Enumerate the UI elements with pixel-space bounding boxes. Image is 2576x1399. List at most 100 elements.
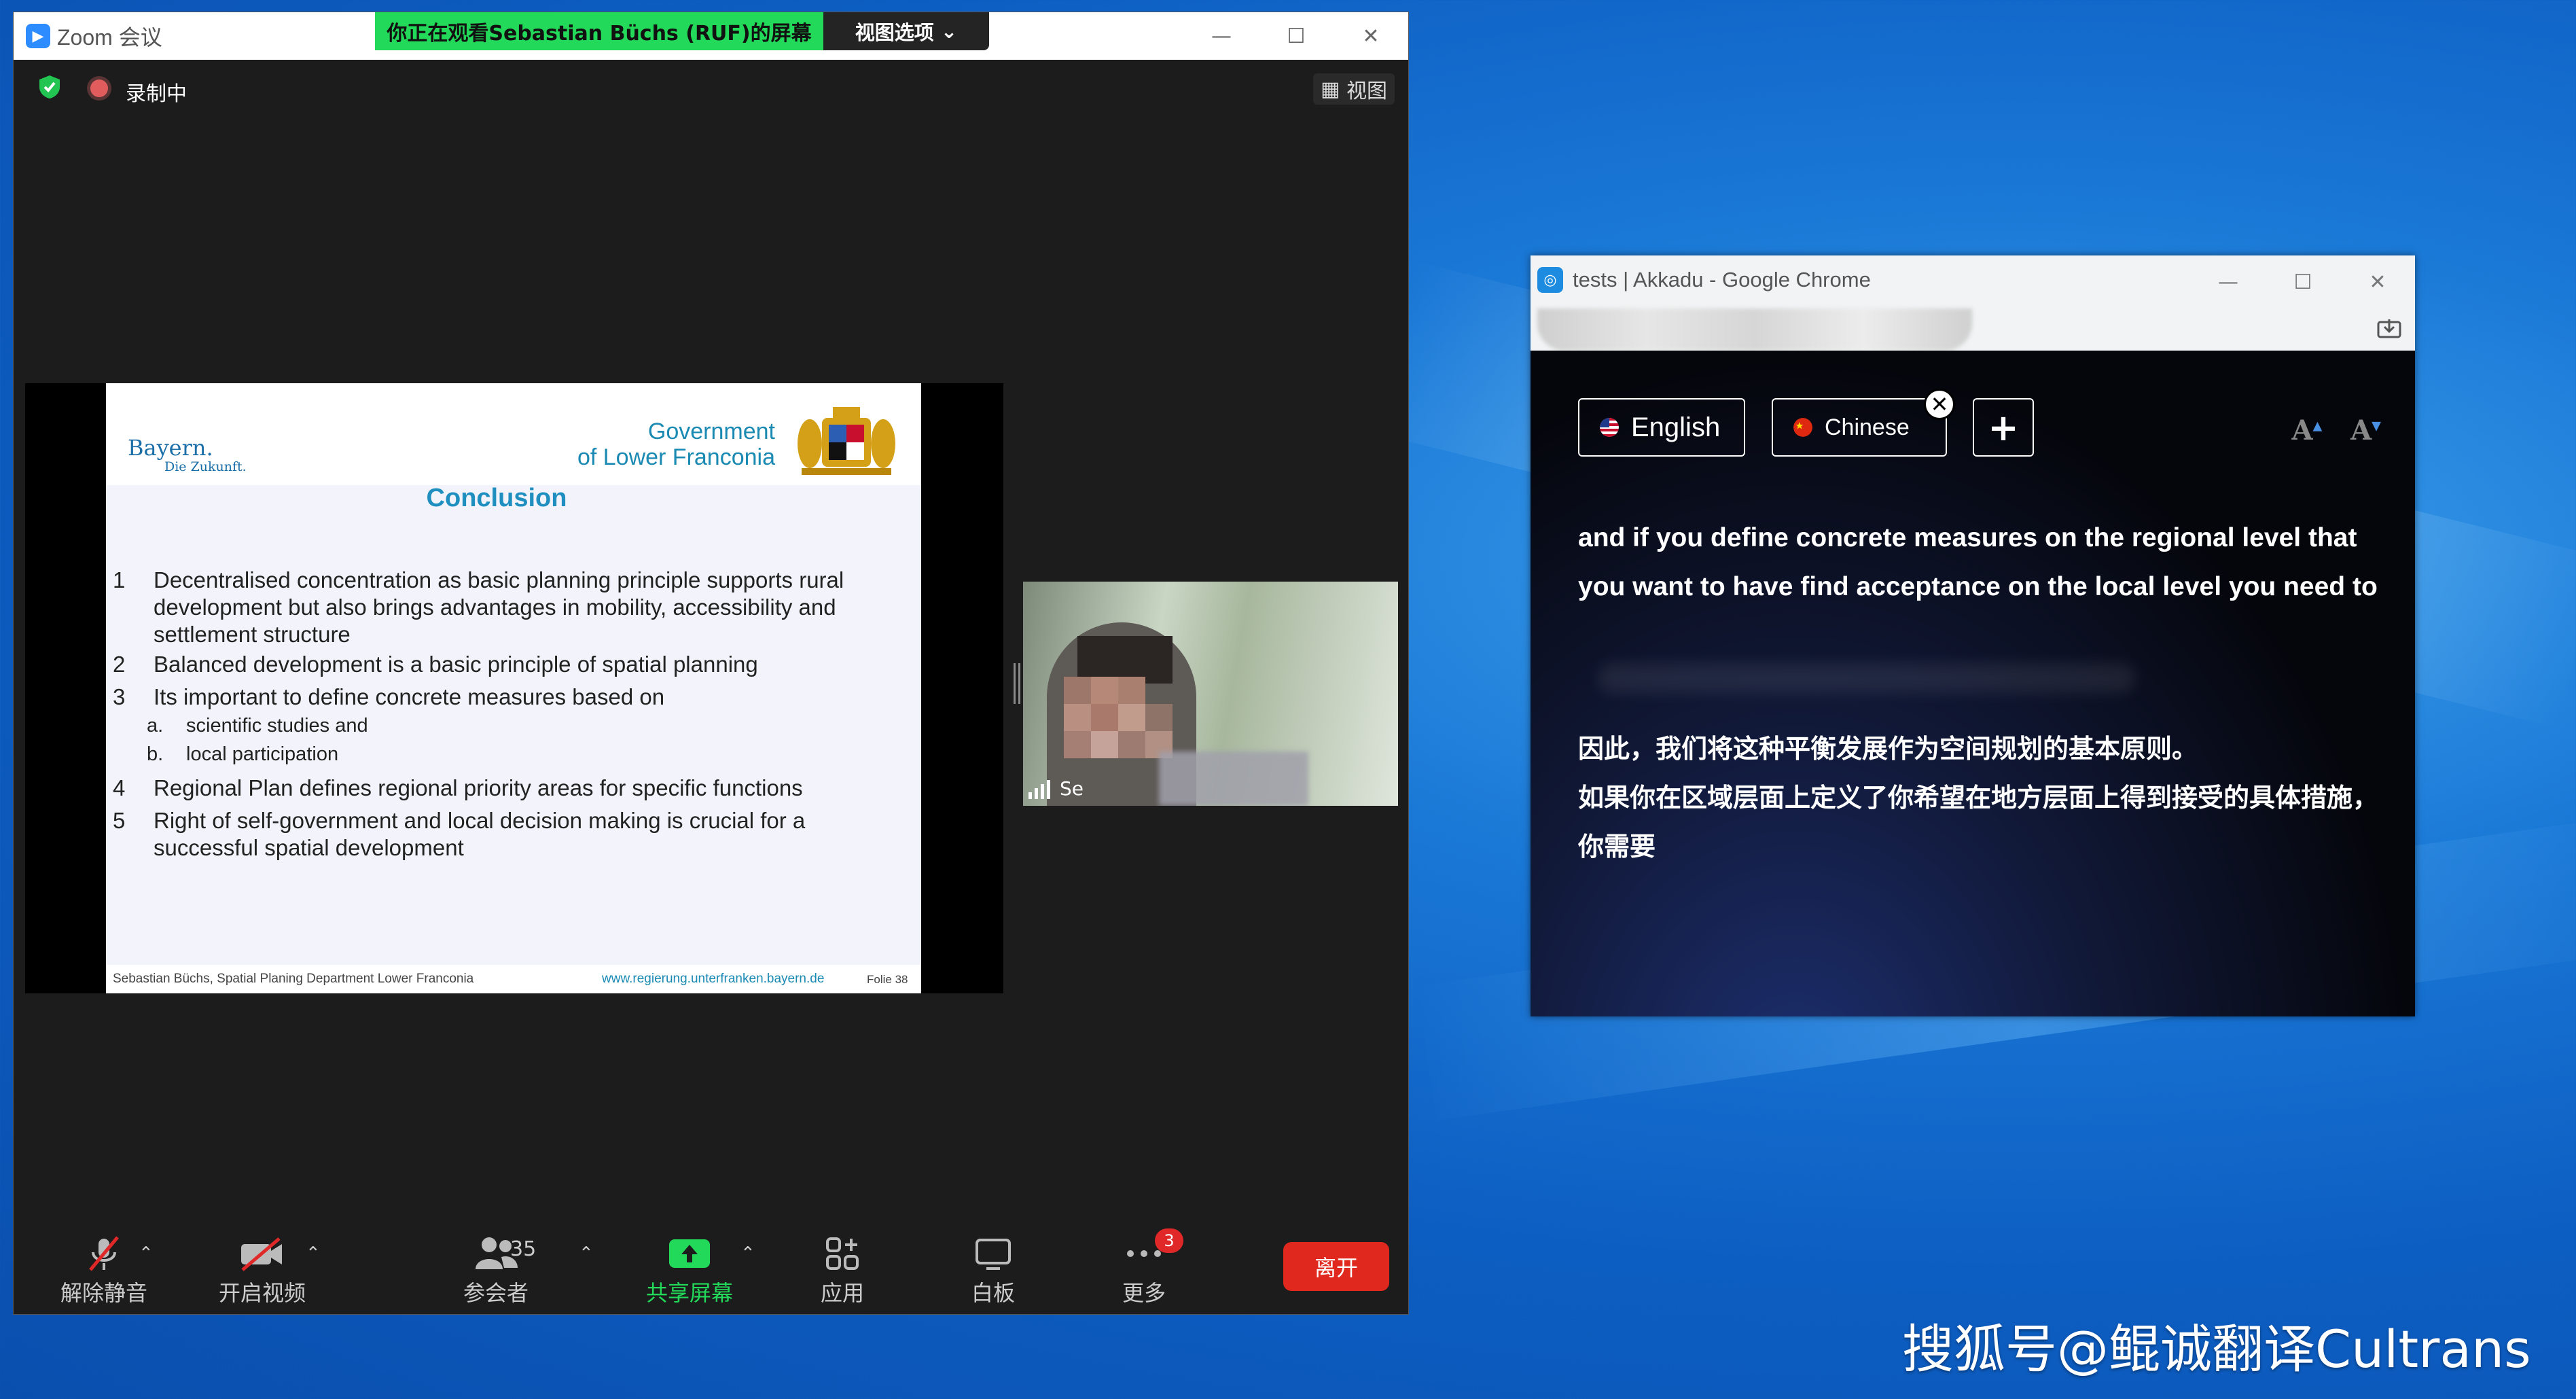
- zoom-meeting-window: ▶ Zoom 会议 — ☐ ✕ 你正在观看Sebastian Büchs (RU…: [13, 12, 1409, 1315]
- translation-line: 如果你在区域层面上定义了你希望在地方层面上得到接受的具体措施，你需要: [1578, 783, 2379, 862]
- caret-up-icon: ▲: [2312, 419, 2323, 433]
- minimize-button[interactable]: —: [1184, 12, 1259, 60]
- chinese-language-button[interactable]: Chinese: [1772, 398, 1947, 457]
- shield-icon[interactable]: [38, 75, 61, 99]
- pixel-block: [1064, 704, 1091, 731]
- english-label: English: [1631, 412, 1721, 442]
- slide-item-number: 3: [113, 684, 126, 709]
- zoom-window-title: Zoom 会议: [57, 25, 162, 50]
- font-increase-button[interactable]: A▼: [2350, 414, 2381, 446]
- source-transcript: and if you define concrete measures on t…: [1578, 523, 2378, 601]
- pixel-block: [1091, 677, 1118, 704]
- government-label: Government: [647, 419, 775, 444]
- participant-name: Se: [1060, 777, 1084, 800]
- add-language-button[interactable]: +: [1973, 398, 2034, 457]
- slide-subitem-text: scientific studies and: [186, 715, 368, 737]
- slide-item-number: 2: [113, 652, 126, 677]
- view-options-label: 视图选项: [855, 21, 934, 44]
- pixel-block: [1118, 731, 1145, 758]
- start-video-button[interactable]: 开启视频: [201, 1231, 323, 1307]
- unmute-button[interactable]: 解除静音: [46, 1231, 162, 1307]
- remove-language-button[interactable]: ✕: [1924, 389, 1955, 420]
- notification-badge: 3: [1155, 1228, 1183, 1253]
- whiteboard-label: 白板: [971, 1280, 1015, 1306]
- apps-label: 应用: [820, 1280, 864, 1306]
- whiteboard-button[interactable]: 白板: [952, 1231, 1034, 1307]
- recording-icon: [90, 79, 108, 97]
- grid-icon: ▦: [1321, 77, 1340, 101]
- chrome-window: ◎ tests | Akkadu - Google Chrome — ☐ ✕ E…: [1531, 255, 2415, 1016]
- maximize-button[interactable]: ☐: [2266, 255, 2340, 308]
- slide-subitem-text: local participation: [186, 743, 339, 765]
- maximize-button[interactable]: ☐: [1259, 12, 1334, 60]
- english-language-button[interactable]: English: [1578, 398, 1745, 457]
- share-screen-label: 共享屏幕: [645, 1280, 733, 1306]
- recording-label: 录制中: [126, 82, 187, 106]
- participants-button[interactable]: 参会者: [435, 1231, 557, 1307]
- close-button[interactable]: ✕: [1334, 12, 1408, 60]
- slide-item-number: 4: [113, 775, 126, 800]
- shared-screen: Bayern. Die Zukunft. Government of Lower…: [25, 383, 1003, 993]
- bayern-logo-subtext: Die Zukunft.: [164, 459, 247, 474]
- more-label: 更多: [1122, 1280, 1166, 1306]
- viewing-screen-banner: 你正在观看Sebastian Büchs (RUF)的屏幕: [375, 12, 823, 50]
- video-options-caret[interactable]: ⌃: [306, 1243, 321, 1264]
- slide-item-number: 1: [113, 567, 126, 592]
- akkadu-caption-panel: English Chinese ✕ + A▲ A▼ and if you def…: [1531, 351, 2415, 1016]
- slide-footer: Sebastian Büchs, Spatial Planing Departm…: [106, 965, 921, 993]
- government-sublabel: of Lower Franconia: [577, 444, 775, 470]
- slide-item-text: Its important to define concrete measure…: [154, 684, 665, 709]
- view-options-button[interactable]: 视图选项 ⌄: [823, 12, 989, 50]
- slide-subitem-label: b.: [147, 743, 164, 765]
- close-button[interactable]: ✕: [2340, 255, 2415, 308]
- unmute-label: 解除静音: [60, 1280, 147, 1306]
- meeting-toolbar: 解除静音 ⌃ 开启视频 ⌃ 参会者 35 ⌃ 共享屏幕 ⌃ 应用 白板 更多 3…: [14, 1219, 1408, 1314]
- translated-transcript: 因此，我们将这种平衡发展作为空间规划的基本原则。 如果你在区域层面上定义了你希望…: [1578, 724, 2393, 871]
- us-flag-icon: [1600, 418, 1619, 437]
- address-bar[interactable]: [1531, 308, 2415, 353]
- caret-down-icon: ▼: [2372, 419, 2381, 433]
- chevron-down-icon: ⌄: [940, 20, 958, 43]
- slide-item-number: 5: [113, 808, 126, 833]
- share-screen-button[interactable]: 共享屏幕: [625, 1231, 754, 1307]
- slide-footer-page: Folie 38: [867, 973, 908, 986]
- slide-title: Conclusion: [426, 484, 567, 512]
- pixel-block: [1145, 704, 1173, 731]
- china-flag-icon: [1793, 418, 1812, 437]
- font-size-controls: A▲ A▼: [2291, 414, 2381, 446]
- slide-subitem-label: a.: [147, 715, 164, 737]
- slide-footer-author: Sebastian Büchs, Spatial Planing Departm…: [113, 972, 474, 986]
- viewing-banner-text: 你正在观看Sebastian Büchs (RUF)的屏幕: [387, 22, 812, 46]
- blurred-caption-line: [1598, 663, 2135, 693]
- pixel-block: [1118, 704, 1145, 731]
- leave-meeting-button[interactable]: 离开: [1283, 1242, 1389, 1291]
- translation-line: 因此，我们将这种平衡发展作为空间规划的基本原则。: [1578, 734, 2198, 764]
- slide-item-text: Regional Plan defines regional priority …: [154, 775, 803, 800]
- apps-button[interactable]: 应用: [802, 1231, 883, 1307]
- minimize-button[interactable]: —: [2191, 255, 2266, 308]
- chrome-window-title: tests | Akkadu - Google Chrome: [1573, 268, 1871, 291]
- slide-item-text: Balanced development is a basic principl…: [154, 652, 758, 677]
- view-button[interactable]: ▦ 视图: [1313, 73, 1395, 105]
- bayern-logo-text: Bayern.: [128, 435, 213, 461]
- participants-label: 参会者: [463, 1280, 529, 1306]
- slide-item-text: Decentralised concentration as basic pla…: [154, 567, 844, 647]
- slide-footer-url: www.regierung.unterfranken.bayern.de: [602, 972, 825, 986]
- pixel-block: [1118, 677, 1145, 704]
- slide-header: Bayern. Die Zukunft. Government of Lower…: [106, 383, 921, 485]
- pixel-block: [1091, 731, 1118, 758]
- panel-resize-handle[interactable]: [1014, 663, 1020, 704]
- chrome-titlebar[interactable]: ◎ tests | Akkadu - Google Chrome — ☐ ✕: [1531, 255, 2415, 308]
- zoom-logo-icon: ▶: [26, 24, 50, 48]
- install-app-icon[interactable]: [2377, 318, 2401, 340]
- whiteboard-icon: [976, 1239, 1011, 1270]
- view-button-label: 视图: [1346, 79, 1387, 103]
- participant-video-tile[interactable]: [1023, 582, 1398, 806]
- meeting-info-bar: 录制中 ▦ 视图: [14, 60, 1408, 113]
- font-decrease-button[interactable]: A▲: [2291, 414, 2322, 446]
- share-options-caret[interactable]: ⌃: [740, 1243, 755, 1264]
- video-off-icon: [241, 1237, 282, 1271]
- participants-options-caret[interactable]: ⌃: [579, 1243, 594, 1264]
- coat-of-arms-icon: [798, 407, 895, 475]
- audio-options-caret[interactable]: ⌃: [139, 1243, 154, 1264]
